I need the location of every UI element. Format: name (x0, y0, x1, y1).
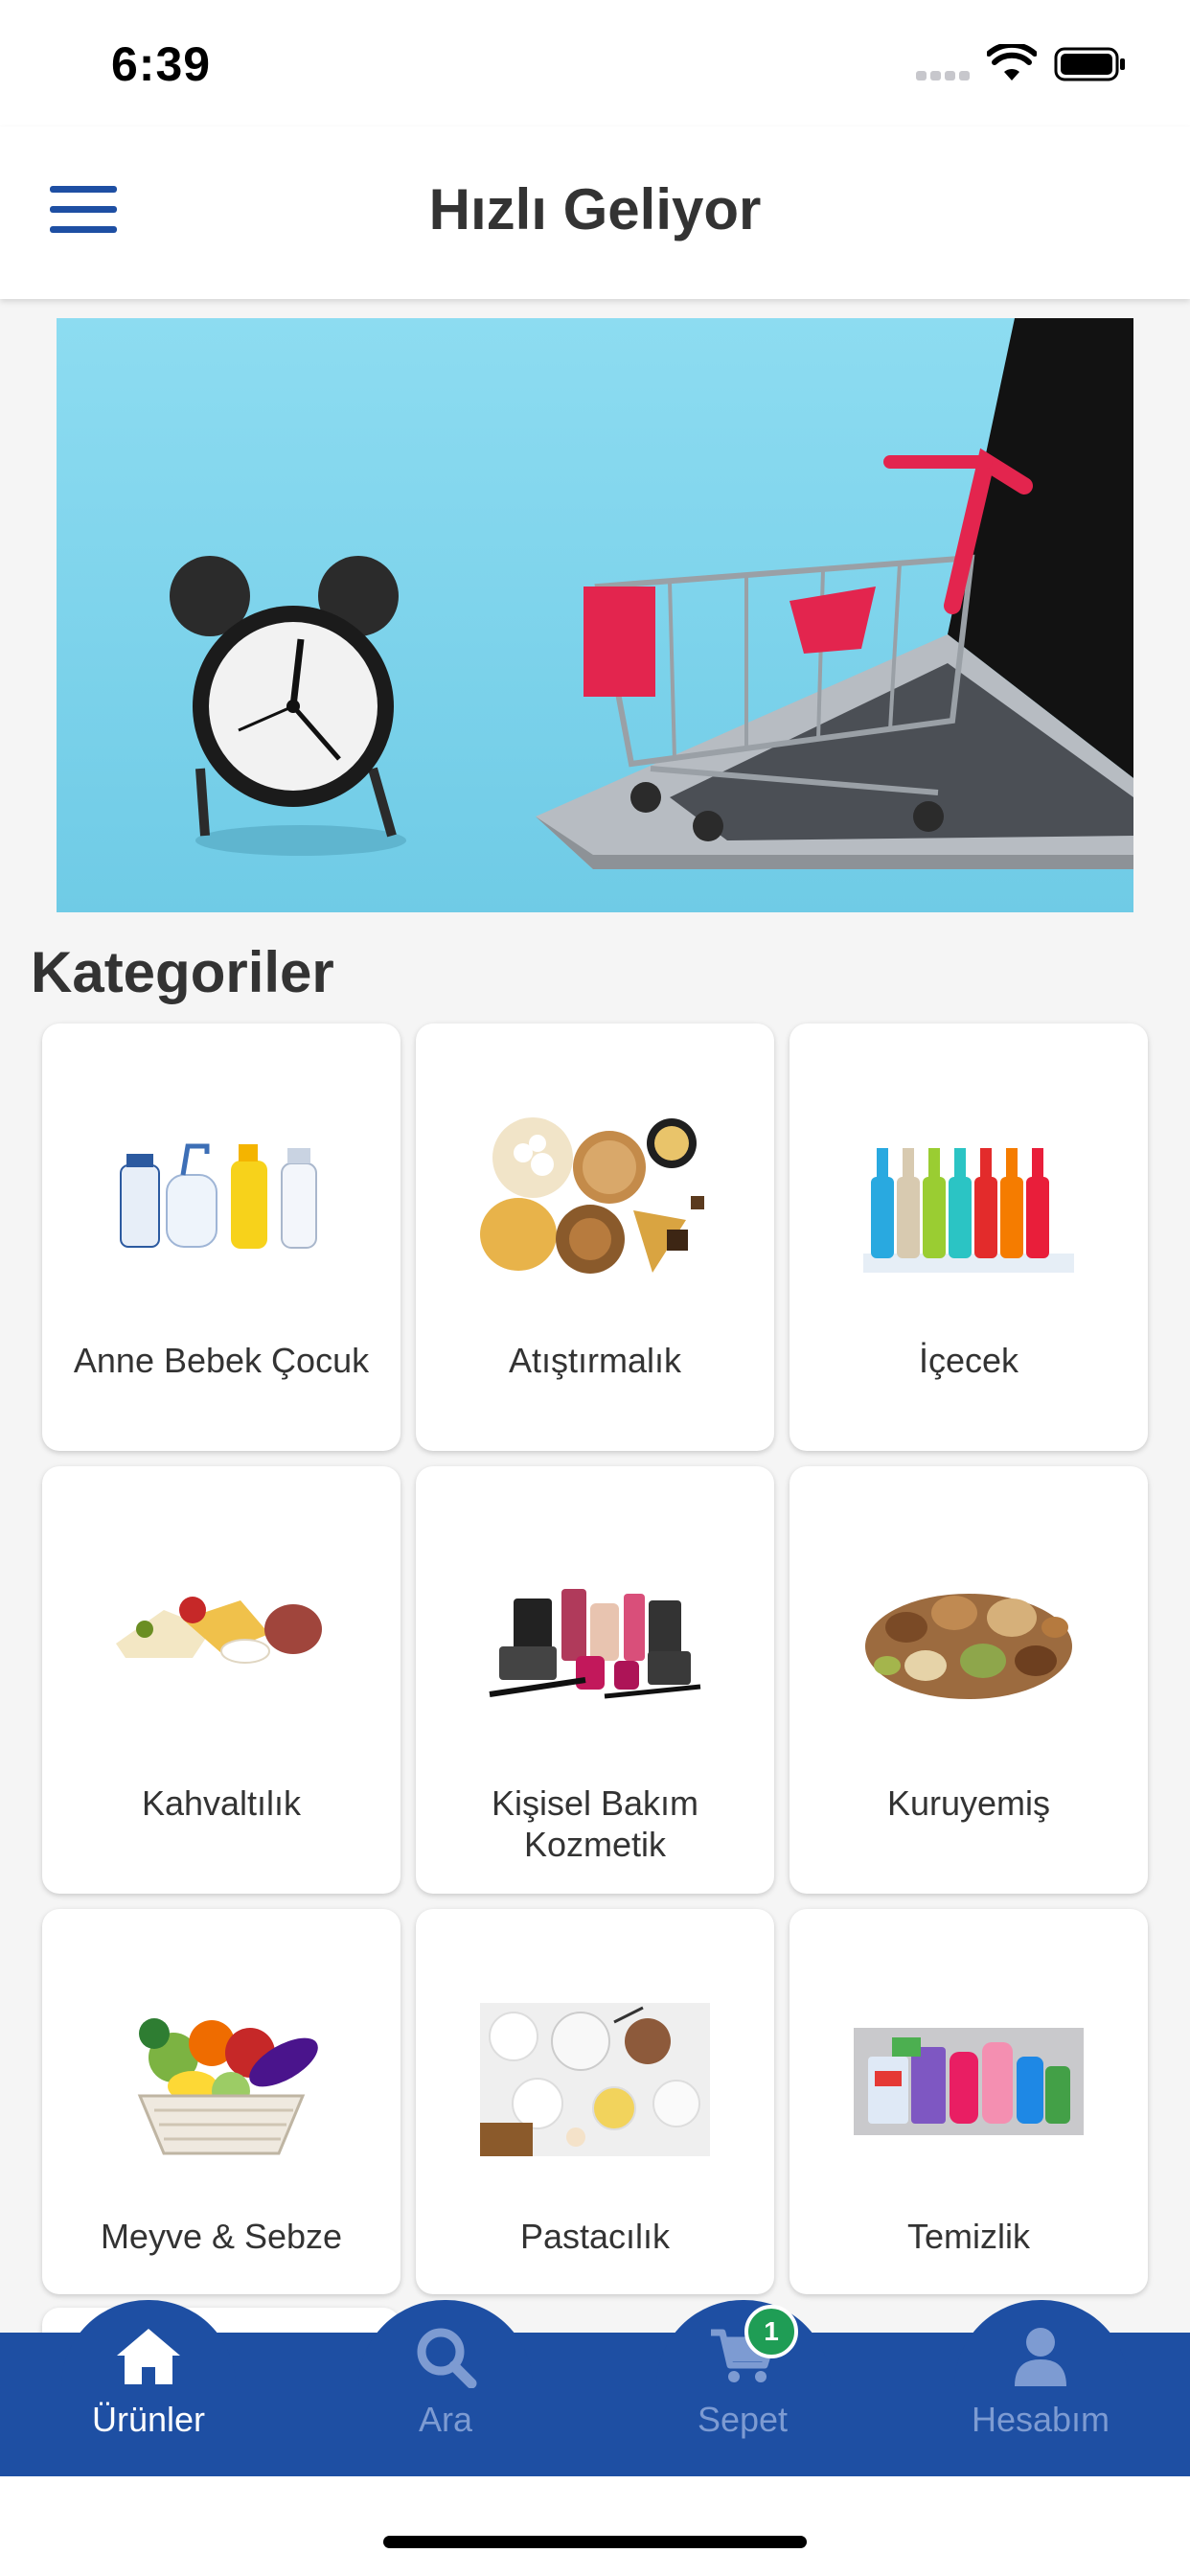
status-bar: 6:39 (0, 0, 1190, 126)
tab-label: Sepet (697, 2400, 789, 2439)
home-indicator-area (0, 2476, 1190, 2576)
cosmetics-image (489, 1589, 701, 1699)
tab-label: Ürünler (91, 2400, 206, 2439)
signal-icon (916, 71, 970, 80)
promo-banner[interactable] (57, 318, 1133, 912)
category-label: Pastacılık (519, 2217, 671, 2256)
tab-label: Ara (418, 2400, 473, 2439)
drinks-image (863, 1148, 1074, 1273)
category-label: Atıştırmalık (508, 1341, 682, 1380)
app-header: Hızlı Geliyor (0, 126, 1190, 299)
category-label: Kişisel Bakım Kozmetik (491, 1783, 699, 1864)
breakfast-image (116, 1597, 322, 1664)
tab-urunler[interactable]: Ürünler (53, 2325, 244, 2469)
page-title: Hızlı Geliyor (428, 177, 762, 242)
tab-hesabim[interactable]: Hesabım (945, 2325, 1136, 2469)
category-label: Kahvaltılık (141, 1783, 302, 1823)
cart-count-badge: 1 (744, 2305, 798, 2358)
nuts-image (865, 1594, 1072, 1699)
category-label: Kuruyemiş (886, 1783, 1051, 1823)
category-card-icecek[interactable]: İçecek (790, 1024, 1148, 1451)
category-label: Anne Bebek Çocuk (73, 1341, 370, 1380)
tab-label: Hesabım (971, 2400, 1110, 2439)
section-title: Kategoriler (31, 940, 334, 1004)
banner-image (57, 318, 1133, 912)
category-label: Temizlik (906, 2217, 1030, 2256)
category-label: İçecek (918, 1341, 1019, 1380)
baby-products-image (120, 1143, 317, 1249)
category-card-temizlik[interactable]: Temizlik (790, 1909, 1148, 2294)
home-indicator[interactable] (383, 2536, 807, 2548)
fruit-basket-image (137, 2018, 318, 2155)
tab-ara[interactable]: Ara (350, 2325, 541, 2469)
battery-icon (1054, 47, 1125, 81)
home-icon (117, 2329, 180, 2384)
snacks-image (480, 1117, 704, 1274)
category-card-atistirmalik[interactable]: Atıştırmalık (416, 1024, 774, 1451)
baking-image (480, 2003, 710, 2156)
category-card-kisisel-bakim[interactable]: Kişisel Bakım Kozmetik (416, 1466, 774, 1894)
category-card-meyve-sebze[interactable]: Meyve & Sebze (42, 1909, 400, 2294)
tab-sepet[interactable]: Sepet (647, 2325, 838, 2469)
category-card-anne-bebek[interactable]: Anne Bebek Çocuk (42, 1024, 400, 1451)
category-card-kahvaltilik[interactable]: Kahvaltılık (42, 1466, 400, 1894)
cleaning-products-image (854, 2028, 1084, 2135)
user-icon (1015, 2328, 1066, 2386)
category-card-pastacilik[interactable]: Pastacılık (416, 1909, 774, 2294)
status-time: 6:39 (111, 37, 212, 91)
category-card-kuruyemis[interactable]: Kuruyemiş (790, 1466, 1148, 1894)
search-icon (417, 2328, 477, 2388)
category-label: Meyve & Sebze (100, 2217, 343, 2256)
wifi-icon (987, 44, 1037, 80)
